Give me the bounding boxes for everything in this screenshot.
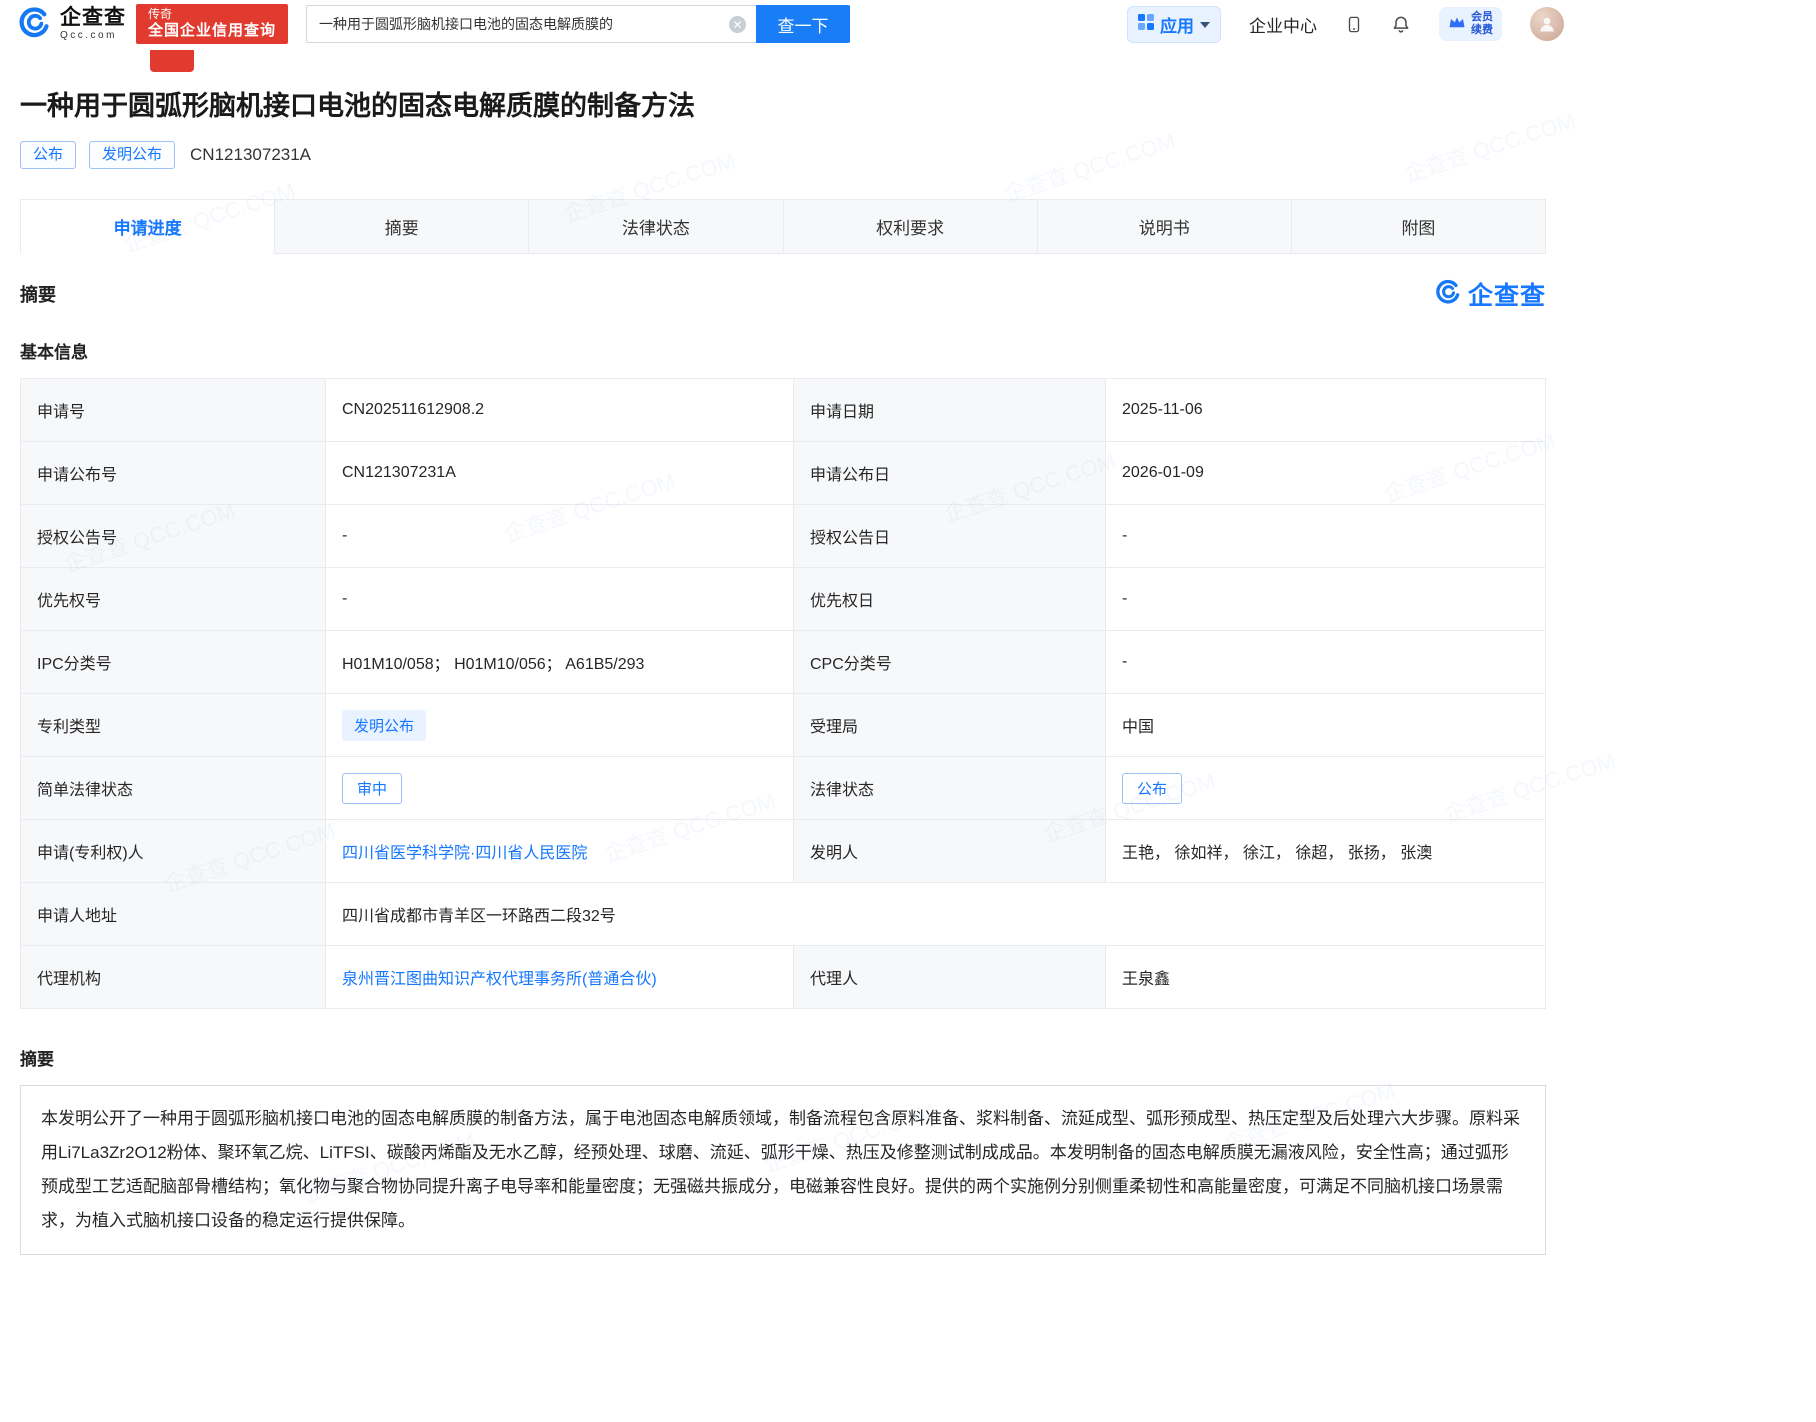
tab-drawings[interactable]: 附图 [1291, 200, 1545, 254]
patent-type-tag: 发明公布 [342, 710, 426, 741]
tab-abstract[interactable]: 摘要 [274, 200, 528, 254]
enterprise-center-link[interactable]: 企业中心 [1249, 12, 1317, 37]
patent-type-label: 专利类型 [21, 694, 326, 757]
qcc-watermark-logo-text: 企查查 [1468, 276, 1546, 312]
apps-grid-icon [1138, 14, 1154, 35]
vip-line1: 会员 [1471, 11, 1493, 24]
status-tag: 公布 [20, 141, 76, 169]
agent-label: 代理人 [794, 946, 1106, 1009]
apps-label: 应用 [1160, 12, 1194, 37]
search-bar: ✕ 查一下 [306, 5, 850, 43]
tab-bar: 申请进度 摘要 法律状态 权利要求 说明书 附图 [20, 199, 1546, 254]
tab-application-progress[interactable]: 申请进度 [20, 200, 274, 254]
application-date-label: 申请日期 [794, 379, 1106, 442]
search-input[interactable] [306, 5, 756, 43]
applicant-value: 四川省医学科学院·四川省人民医院 [326, 820, 794, 883]
page-title: 一种用于圆弧形脑机接口电池的固态电解质膜的制备方法 [20, 84, 1546, 123]
table-row: 申请人地址 四川省成都市青羊区一环路西二段32号 [21, 883, 1546, 946]
inventors-label: 发明人 [794, 820, 1106, 883]
invention-publication-tag: 发明公布 [89, 141, 175, 169]
notification-bell-icon[interactable] [1391, 14, 1411, 34]
legal-status-label: 法律状态 [794, 757, 1106, 820]
basic-info-table: 申请号 CN202511612908.2 申请日期 2025-11-06 申请公… [20, 378, 1546, 1009]
ipc-class-label: IPC分类号 [21, 631, 326, 694]
credit-search-badge: 传奇 全国企业信用查询 [136, 4, 288, 44]
application-date-value: 2025-11-06 [1106, 379, 1546, 442]
published-status-tag: 公布 [1122, 773, 1182, 804]
search-clear-icon[interactable]: ✕ [729, 16, 746, 33]
simple-legal-status-value: 审中 [326, 757, 794, 820]
simple-legal-status-label: 简单法律状态 [21, 757, 326, 820]
badge-line1: 传奇 [148, 8, 276, 22]
crown-icon [1448, 15, 1466, 34]
promo-ribbon[interactable] [150, 50, 194, 72]
application-no-label: 申请号 [21, 379, 326, 442]
search-button[interactable]: 查一下 [756, 5, 850, 43]
priority-no-label: 优先权号 [21, 568, 326, 631]
agency-link[interactable]: 泉州晋江图曲知识产权代理事务所(普通合伙) [342, 971, 657, 988]
abstract-text: 本发明公开了一种用于圆弧形脑机接口电池的固态电解质膜的制备方法，属于电池固态电解… [20, 1085, 1546, 1255]
table-row: 专利类型 发明公布 受理局 中国 [21, 694, 1546, 757]
tab-description[interactable]: 说明书 [1037, 200, 1291, 254]
table-row: 申请号 CN202511612908.2 申请日期 2025-11-06 [21, 379, 1546, 442]
inventors-value: 王艳， 徐如祥， 徐江， 徐超， 张扬， 张澳 [1106, 820, 1546, 883]
grant-date-label: 授权公告日 [794, 505, 1106, 568]
publication-no-label: 申请公布号 [21, 442, 326, 505]
applicant-address-label: 申请人地址 [21, 883, 326, 946]
grant-no-value: - [326, 505, 794, 568]
table-row: 申请公布号 CN121307231A 申请公布日 2026-01-09 [21, 442, 1546, 505]
mobile-app-icon[interactable] [1345, 14, 1363, 35]
agency-value: 泉州晋江图曲知识产权代理事务所(普通合伙) [326, 946, 794, 1009]
brand-domain: Qcc.com [60, 31, 126, 41]
brand-name: 企查查 [60, 7, 126, 28]
abstract-heading: 摘要 [20, 1045, 1546, 1070]
pending-status-tag: 审中 [342, 773, 402, 804]
legal-status-value: 公布 [1106, 757, 1546, 820]
priority-date-value: - [1106, 568, 1546, 631]
qcc-watermark-logo-icon [1435, 278, 1462, 310]
summary-section-heading: 摘要 [20, 281, 56, 307]
grant-no-label: 授权公告号 [21, 505, 326, 568]
badge-line2: 全国企业信用查询 [148, 22, 276, 39]
qcc-logo[interactable]: 企查查 Qcc.com [18, 5, 126, 44]
application-no-value: CN202511612908.2 [326, 379, 794, 442]
publication-date-value: 2026-01-09 [1106, 442, 1546, 505]
priority-date-label: 优先权日 [794, 568, 1106, 631]
table-row: 授权公告号 - 授权公告日 - [21, 505, 1546, 568]
publication-no-value: CN121307231A [326, 442, 794, 505]
publication-number: CN121307231A [190, 145, 311, 165]
table-row: IPC分类号 H01M10/058； H01M10/056； A61B5/293… [21, 631, 1546, 694]
table-row: 优先权号 - 优先权日 - [21, 568, 1546, 631]
priority-no-value: - [326, 568, 794, 631]
patent-type-value: 发明公布 [326, 694, 794, 757]
table-row: 简单法律状态 审中 法律状态 公布 [21, 757, 1546, 820]
publication-date-label: 申请公布日 [794, 442, 1106, 505]
tab-claims[interactable]: 权利要求 [783, 200, 1037, 254]
qcc-watermark-logo: 企查查 [1435, 276, 1546, 312]
grant-date-value: - [1106, 505, 1546, 568]
ipc-class-value: H01M10/058； H01M10/056； A61B5/293 [326, 631, 794, 694]
table-row: 代理机构 泉州晋江图曲知识产权代理事务所(普通合伙) 代理人 王泉鑫 [21, 946, 1546, 1009]
top-navbar: 企查查 Qcc.com 传奇 全国企业信用查询 ✕ 查一下 应用 [0, 0, 1816, 48]
agency-label: 代理机构 [21, 946, 326, 1009]
vip-line2: 续费 [1471, 24, 1493, 37]
applicant-link[interactable]: 四川省医学科学院·四川省人民医院 [342, 845, 587, 862]
basic-info-heading: 基本信息 [20, 338, 1546, 363]
cpc-class-label: CPC分类号 [794, 631, 1106, 694]
agent-value: 王泉鑫 [1106, 946, 1546, 1009]
applicant-address-value: 四川省成都市青羊区一环路西二段32号 [326, 883, 1546, 946]
cpc-class-value: - [1106, 631, 1546, 694]
user-avatar[interactable] [1530, 7, 1564, 41]
receiving-office-value: 中国 [1106, 694, 1546, 757]
apps-menu[interactable]: 应用 [1127, 6, 1221, 43]
chevron-down-icon [1200, 22, 1210, 28]
receiving-office-label: 受理局 [794, 694, 1106, 757]
applicant-label: 申请(专利权)人 [21, 820, 326, 883]
tab-legal-status[interactable]: 法律状态 [528, 200, 782, 254]
qcc-logo-icon [18, 5, 52, 44]
table-row: 申请(专利权)人 四川省医学科学院·四川省人民医院 发明人 王艳， 徐如祥， 徐… [21, 820, 1546, 883]
vip-renew-button[interactable]: 会员 续费 [1439, 7, 1502, 40]
